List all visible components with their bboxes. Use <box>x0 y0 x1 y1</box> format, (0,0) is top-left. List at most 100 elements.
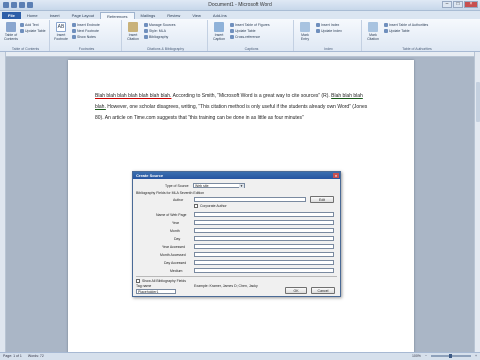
month-field[interactable] <box>194 228 334 233</box>
group-citations: Insert Citation Manage Sources Style: MLA… <box>124 20 208 51</box>
group-index: Mark Entry Insert Index Update Index Ind… <box>296 20 362 51</box>
group-label: Footnotes <box>78 47 95 51</box>
insert-citation-button[interactable]: Insert Citation <box>126 22 140 41</box>
refresh-icon <box>230 29 234 33</box>
document-sentence: According to Smith, “Microsoft Word is a… <box>171 93 332 99</box>
field-label-month: Month <box>170 229 180 233</box>
year-accessed-field[interactable] <box>194 244 334 249</box>
tab-home[interactable]: Home <box>21 12 44 19</box>
month-accessed-field[interactable] <box>194 252 334 257</box>
mark-citation-button[interactable]: Mark Citation <box>366 22 380 41</box>
mark-entry-button[interactable]: Mark Entry <box>298 22 312 41</box>
ok-button[interactable]: OK <box>285 287 307 294</box>
zoom-out-icon[interactable]: − <box>425 354 427 358</box>
type-of-source-select[interactable]: Web site ▼ <box>193 183 245 188</box>
minimize-button[interactable]: – <box>442 1 452 8</box>
close-button[interactable]: × <box>464 1 478 8</box>
manage-sources-button[interactable]: Manage Sources <box>144 23 175 27</box>
ribbon: Table of Contents Add Text Update Table … <box>0 19 480 52</box>
group-table-of-authorities: Mark Citation Insert Table of Authoritie… <box>364 20 470 51</box>
zoom-slider[interactable] <box>430 354 471 358</box>
bibliography-button[interactable]: Bibliography <box>144 35 168 39</box>
page-count[interactable]: Page: 1 of 1 <box>3 354 22 358</box>
underlined-text: Blah blah blah blah blah blah blah. <box>95 93 172 99</box>
show-notes-icon <box>72 35 76 39</box>
insert-caption-button[interactable]: Insert Caption <box>212 22 226 41</box>
word-count[interactable]: Words: 72 <box>28 354 44 358</box>
update-table-authorities-button[interactable]: Update Table <box>384 29 410 33</box>
manage-sources-icon <box>144 23 148 27</box>
chevron-down-icon: ▼ <box>239 184 244 188</box>
field-label-medium: Medium <box>170 269 183 273</box>
update-index-button[interactable]: Update Index <box>316 29 342 33</box>
table-of-contents-button[interactable]: Table of Contents <box>4 22 18 41</box>
field-label-name-of-web-page: Name of Web Page <box>156 213 187 217</box>
field-label-day: Day <box>174 237 181 241</box>
tab-references[interactable]: References <box>100 12 135 19</box>
insert-index-icon <box>316 23 320 27</box>
tag-name-label: Tag name <box>136 284 152 288</box>
group-label: Citations & Bibliography <box>146 47 185 51</box>
update-table-captions-button[interactable]: Update Table <box>230 29 256 33</box>
refresh-icon <box>20 29 24 33</box>
corporate-author-label: Corporate Author <box>200 204 227 208</box>
show-all-fields-checkbox[interactable] <box>136 279 140 283</box>
insert-endnote-button[interactable]: Insert Endnote <box>72 23 100 27</box>
edit-author-button[interactable]: Edit <box>310 196 334 203</box>
toc-icon <box>6 22 16 32</box>
update-table-button[interactable]: Update Table <box>20 29 46 33</box>
author-field[interactable] <box>194 197 306 202</box>
group-captions: Insert Caption Insert Table of Figures U… <box>210 20 294 51</box>
tab-view[interactable]: View <box>186 12 207 19</box>
medium-field[interactable] <box>194 268 334 273</box>
tab-review[interactable]: Review <box>161 12 186 19</box>
add-text-button[interactable]: Add Text <box>20 23 39 27</box>
day-field[interactable] <box>194 236 334 241</box>
dialog-close-button[interactable]: × <box>333 173 339 178</box>
tab-page-layout[interactable]: Page Layout <box>66 12 100 19</box>
group-label: Captions <box>244 47 259 51</box>
cancel-button[interactable]: Cancel <box>311 287 335 294</box>
window-controls: – □ × <box>442 1 478 8</box>
insert-table-of-figures-button[interactable]: Insert Table of Figures <box>230 23 270 27</box>
cross-reference-button[interactable]: Cross-reference <box>230 35 260 39</box>
field-label-day-accessed: Day Accessed <box>164 261 187 265</box>
tab-file[interactable]: File <box>2 12 21 19</box>
year-field[interactable] <box>194 220 334 225</box>
zoom-in-icon[interactable]: + <box>475 354 477 358</box>
zoom-level[interactable]: 100% <box>412 354 421 358</box>
footnote-icon: AB <box>56 22 66 32</box>
next-footnote-button[interactable]: Next Footnote <box>72 29 99 33</box>
next-footnote-icon <box>72 29 76 33</box>
name-of-web-page-field[interactable] <box>194 212 334 217</box>
scrollbar-thumb[interactable] <box>476 82 480 122</box>
day-accessed-field[interactable] <box>194 260 334 265</box>
show-notes-button[interactable]: Show Notes <box>72 35 96 39</box>
citation-icon <box>128 22 138 32</box>
add-text-icon <box>20 23 24 27</box>
insert-table-of-authorities-button[interactable]: Insert Table of Authorities <box>384 23 428 27</box>
tag-name-field[interactable]: Placeholder1 <box>136 289 176 294</box>
tab-mailings[interactable]: Mailings <box>135 12 162 19</box>
insert-footnote-button[interactable]: AB Insert Footnote <box>54 22 68 41</box>
title-bar: Document1 - Microsoft Word – □ × <box>0 0 480 11</box>
status-left: Page: 1 of 1 Words: 72 <box>3 354 44 358</box>
dialog-title-bar: Create Source × <box>133 172 340 179</box>
horizontal-ruler[interactable] <box>6 52 474 57</box>
tab-add-ins[interactable]: Add-Ins <box>207 12 233 19</box>
vertical-ruler[interactable] <box>0 52 6 352</box>
group-footnotes: AB Insert Footnote Insert Endnote Next F… <box>52 20 122 51</box>
maximize-button[interactable]: □ <box>453 1 463 8</box>
ribbon-tabs: File Home Insert Page Layout References … <box>0 11 480 19</box>
style-selector[interactable]: Style: MLA <box>144 29 166 33</box>
insert-index-button[interactable]: Insert Index <box>316 23 339 27</box>
endnote-icon <box>72 23 76 27</box>
vertical-scrollbar[interactable] <box>474 52 480 352</box>
document-body[interactable]: Blah blah blah blah blah blah blah. Acco… <box>95 91 371 124</box>
author-label: Author <box>173 198 184 202</box>
status-bar: Page: 1 of 1 Words: 72 100% − + <box>0 352 480 360</box>
tab-insert[interactable]: Insert <box>44 12 66 19</box>
mark-entry-icon <box>300 22 310 32</box>
corporate-author-checkbox[interactable] <box>194 204 198 208</box>
create-source-dialog: Create Source × Type of Source Web site … <box>132 171 341 297</box>
